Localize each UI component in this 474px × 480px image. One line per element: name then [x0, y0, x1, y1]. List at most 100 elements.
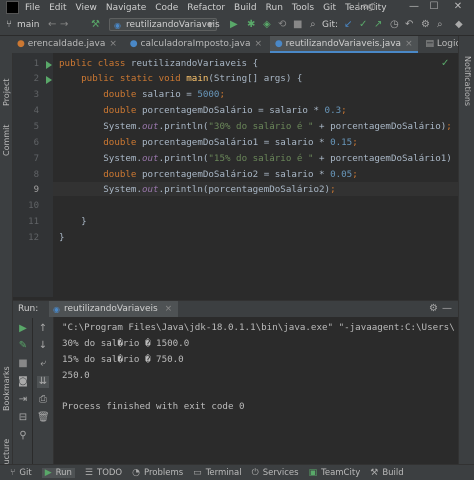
run-tab[interactable]: ◉ reutilizandoVariaveis × — [49, 301, 179, 318]
menu-git[interactable]: Git — [323, 3, 336, 13]
layout-icon[interactable]: ⊟ — [17, 412, 29, 424]
stop-icon[interactable]: ■ — [293, 18, 302, 32]
tab-file-active[interactable]: ● reutilizandoVariaveis.java × — [269, 36, 418, 53]
console-line: 250.0 — [62, 370, 90, 381]
close-tab-icon[interactable]: × — [255, 39, 263, 49]
window-title: Logi — [357, 2, 376, 12]
settings-icon[interactable]: ⚙ — [421, 18, 430, 32]
git-tool-button[interactable]: ⑂ Git — [10, 468, 32, 478]
tab-label: reutilizandoVariaveis.java — [285, 39, 402, 49]
git-tool-label: Git — [19, 467, 32, 478]
build-tool-button[interactable]: ⚒ Build — [370, 468, 403, 478]
exit-icon[interactable]: ⇥ — [17, 394, 29, 406]
build-tool-label: Build — [382, 467, 404, 478]
minimize-icon[interactable]: — — [408, 1, 420, 13]
teamcity-tool-button[interactable]: ▣ TeamCity — [309, 468, 361, 478]
todo-tool-button[interactable]: ☰ TODO — [85, 468, 122, 478]
code-line-current: System.out.println(porcentagemDoSalário2… — [59, 184, 336, 195]
problems-tool-label: Problems — [143, 467, 184, 478]
console-line: Process finished with exit code 0 — [62, 401, 245, 412]
bookmarks-tool-tab[interactable]: Bookmarks — [2, 366, 11, 411]
run-icon[interactable]: ▶ — [230, 18, 238, 32]
code-line: public static void main(String[] args) { — [81, 73, 303, 84]
run-configuration-select[interactable]: ◉ reutilizandoVariaveis ▼ — [109, 18, 220, 31]
maximize-icon[interactable]: ☐ — [428, 1, 440, 13]
run-console[interactable]: "C:\Program Files\Java\jdk-18.0.1.1\bin\… — [54, 317, 458, 464]
menu-edit[interactable]: Edit — [49, 3, 66, 13]
java-file-icon: ● — [17, 39, 25, 49]
java-class-icon: ◉ — [114, 21, 121, 30]
stop-icon[interactable]: ■ — [17, 358, 29, 370]
code-line: } — [59, 232, 65, 243]
java-class-icon: ● — [274, 39, 283, 49]
rerun-icon[interactable]: ▶ — [17, 323, 29, 335]
debug-icon[interactable]: ✱ — [247, 18, 255, 32]
console-line: 30% do sal�rio � 1500.0 — [62, 338, 190, 349]
terminal-tool-button[interactable]: ▭ Terminal — [193, 468, 241, 478]
hide-panel-icon[interactable]: — — [442, 303, 452, 314]
search-icon[interactable]: ⌕ — [310, 18, 316, 32]
menu-run[interactable]: Run — [266, 3, 283, 13]
run-class-gutter-icon[interactable] — [46, 61, 52, 69]
code-line: System.out.println("30% do salário é " +… — [59, 121, 452, 132]
modify-run-config-icon[interactable]: ✎ — [17, 340, 29, 352]
tab-file[interactable]: ▤ Logica.iml× — [420, 36, 458, 53]
git-update-icon[interactable]: ↙ — [344, 18, 352, 32]
menu-file[interactable]: File — [25, 3, 40, 13]
code-line: public class reutilizandoVariaveis { — [59, 58, 259, 69]
ide-logo-icon[interactable]: ◆ — [455, 18, 463, 32]
coverage-icon[interactable]: ◈ — [263, 18, 271, 32]
run-tool-button[interactable]: ▶ Run — [41, 467, 75, 478]
forward-icon[interactable]: → — [60, 18, 68, 32]
back-icon[interactable]: ← — [48, 18, 56, 32]
build-hammer-icon[interactable]: ⚒ — [91, 18, 100, 32]
notifications-tool-tab[interactable]: Notifications — [463, 56, 472, 106]
tab-label: erencaIdade.java — [27, 39, 106, 49]
scroll-up-icon[interactable]: ↑ — [37, 323, 49, 335]
menu-code[interactable]: Code — [155, 3, 178, 13]
settings-icon[interactable]: ⚙ — [429, 303, 438, 314]
problems-tool-button[interactable]: ◔ Problems — [132, 468, 183, 478]
code-editor[interactable]: ✓ public class reutilizandoVariaveis { p… — [53, 53, 458, 297]
run-tab-label: reutilizandoVariaveis — [64, 304, 158, 314]
close-tab-icon[interactable]: × — [109, 39, 117, 49]
terminal-tool-label: Terminal — [205, 467, 242, 478]
java-class-icon: ◉ — [53, 305, 60, 314]
line-number: 7 — [33, 154, 39, 164]
menu-tools[interactable]: Tools — [292, 3, 314, 13]
tab-file[interactable]: ● calculadoraImposto.java × — [125, 36, 267, 53]
close-tab-icon[interactable]: × — [405, 39, 413, 49]
print-icon[interactable]: ⎙ — [37, 394, 49, 406]
git-push-icon[interactable]: ↗ — [374, 18, 382, 32]
profile-icon[interactable]: ⟲ — [278, 18, 286, 32]
camera-icon[interactable]: ◙ — [17, 376, 29, 388]
scroll-to-end-icon[interactable]: ⇊ — [37, 376, 49, 388]
git-commit-icon[interactable]: ✓ — [359, 18, 367, 32]
scroll-down-icon[interactable]: ↓ — [37, 340, 49, 352]
trash-icon[interactable]: 🗑 — [37, 412, 50, 424]
line-number: 2 — [33, 74, 39, 84]
menu-refactor[interactable]: Refactor — [187, 3, 225, 13]
rollback-icon[interactable]: ↶ — [405, 18, 413, 32]
history-icon[interactable]: ◷ — [390, 18, 399, 32]
commit-tool-tab[interactable]: Commit — [2, 125, 11, 156]
menu-view[interactable]: View — [76, 3, 97, 13]
bottom-tool-bar: ⑂ Git ▶ Run ☰ TODO ◔ Problems ▭ Terminal ⏻ Ser… — [0, 464, 474, 480]
services-tool-button[interactable]: ⏻ Services — [252, 468, 299, 478]
close-icon[interactable]: ✕ — [452, 1, 464, 13]
line-number: 5 — [33, 122, 39, 132]
branch-selector[interactable]: main — [17, 18, 40, 32]
tab-file[interactable]: ● erencaIdade.java × — [12, 36, 122, 53]
code-line: System.out.println("15% do salário é " +… — [59, 153, 452, 164]
right-tool-strip: Notifications — [458, 36, 474, 464]
project-tool-tab[interactable]: Project — [2, 79, 11, 106]
run-main-gutter-icon[interactable] — [46, 76, 52, 84]
close-tab-icon[interactable]: × — [165, 304, 173, 314]
soft-wrap-icon[interactable]: ⤶ — [37, 358, 49, 370]
menu-navigate[interactable]: Navigate — [106, 3, 146, 13]
no-problems-check-icon[interactable]: ✓ — [441, 59, 450, 69]
line-number: 1 — [33, 59, 39, 69]
search-everywhere-icon[interactable]: ⌕ — [437, 18, 443, 32]
pin-icon[interactable]: ⚲ — [17, 430, 29, 442]
menu-build[interactable]: Build — [234, 3, 257, 13]
